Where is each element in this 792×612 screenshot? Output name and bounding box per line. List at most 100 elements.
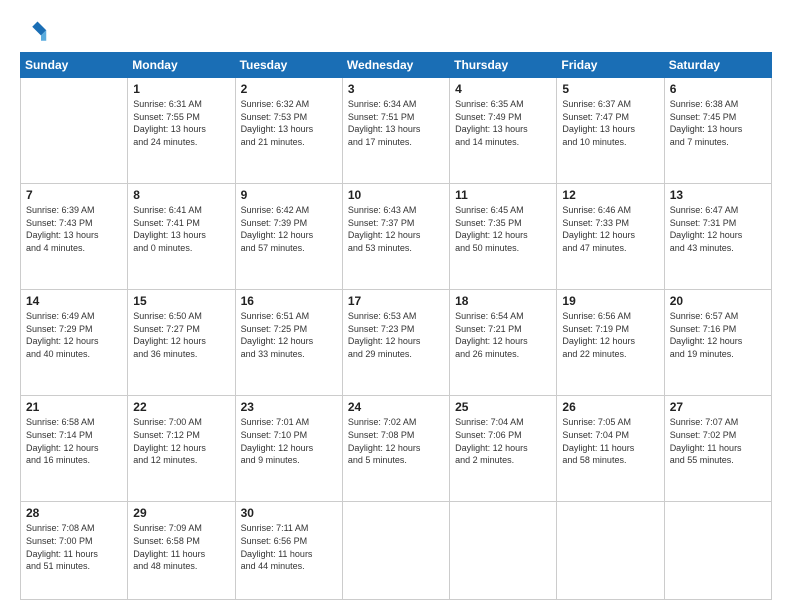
day-number: 27 xyxy=(670,400,766,414)
cell-line-2: Daylight: 12 hours xyxy=(455,442,551,455)
day-number: 30 xyxy=(241,506,337,520)
day-number: 10 xyxy=(348,188,444,202)
cell-line-0: Sunrise: 7:00 AM xyxy=(133,416,229,429)
cell-line-1: Sunset: 7:14 PM xyxy=(26,429,122,442)
cell-line-3: and 51 minutes. xyxy=(26,560,122,573)
calendar-cell: 16 Sunrise: 6:51 AMSunset: 7:25 PMDayligh… xyxy=(235,290,342,396)
cell-line-0: Sunrise: 6:37 AM xyxy=(562,98,658,111)
cell-line-0: Sunrise: 6:35 AM xyxy=(455,98,551,111)
weekday-header-wednesday: Wednesday xyxy=(342,53,449,78)
logo xyxy=(20,18,52,46)
cell-line-0: Sunrise: 6:46 AM xyxy=(562,204,658,217)
cell-line-2: Daylight: 12 hours xyxy=(241,229,337,242)
cell-line-3: and 17 minutes. xyxy=(348,136,444,149)
cell-line-2: Daylight: 13 hours xyxy=(670,123,766,136)
day-number: 16 xyxy=(241,294,337,308)
day-number: 23 xyxy=(241,400,337,414)
cell-line-2: Daylight: 13 hours xyxy=(562,123,658,136)
cell-line-1: Sunset: 7:35 PM xyxy=(455,217,551,230)
calendar-cell xyxy=(342,502,449,600)
cell-line-2: Daylight: 12 hours xyxy=(348,442,444,455)
cell-line-0: Sunrise: 6:51 AM xyxy=(241,310,337,323)
day-number: 6 xyxy=(670,82,766,96)
cell-line-2: Daylight: 12 hours xyxy=(670,229,766,242)
cell-line-2: Daylight: 12 hours xyxy=(241,335,337,348)
calendar-cell xyxy=(557,502,664,600)
cell-line-0: Sunrise: 7:09 AM xyxy=(133,522,229,535)
cell-line-3: and 12 minutes. xyxy=(133,454,229,467)
cell-line-1: Sunset: 7:29 PM xyxy=(26,323,122,336)
weekday-header-row: SundayMondayTuesdayWednesdayThursdayFrid… xyxy=(21,53,772,78)
cell-line-2: Daylight: 13 hours xyxy=(241,123,337,136)
calendar-cell: 10Sunrise: 6:43 AMSunset: 7:37 PMDayligh… xyxy=(342,184,449,290)
cell-line-1: Sunset: 7:53 PM xyxy=(241,111,337,124)
cell-line-2: Daylight: 11 hours xyxy=(133,548,229,561)
week-row-5: 28 Sunrise: 7:08 AMSunset: 7:00 PM Dayligh… xyxy=(21,502,772,600)
cell-line-2: Daylight: 12 hours xyxy=(670,335,766,348)
day-number: 24 xyxy=(348,400,444,414)
week-row-3: 14Sunrise: 6:49 AMSunset: 7:29 PMDayligh… xyxy=(21,290,772,396)
cell-line-1: Sunset: 6:56 PM xyxy=(241,535,337,548)
calendar-cell: 29Sunrise: 7:09 AMSunset: 6:58 PMDayligh… xyxy=(128,502,235,600)
cell-line-2: Daylight: 12 hours xyxy=(26,335,122,348)
calendar-cell: 26Sunrise: 7:05 AMSunset: 7:04 PMDayligh… xyxy=(557,396,664,502)
cell-line-2: Daylight: 12 hours xyxy=(562,335,658,348)
cell-line-3: and 5 minutes. xyxy=(348,454,444,467)
day-number: 15 xyxy=(133,294,229,308)
day-number: 19 xyxy=(562,294,658,308)
cell-line-0: Sunrise: 7:11 AM xyxy=(241,522,337,535)
day-number: 28 xyxy=(26,506,122,520)
weekday-header-sunday: Sunday xyxy=(21,53,128,78)
cell-line-3: and 44 minutes. xyxy=(241,560,337,573)
calendar-cell: 24Sunrise: 7:02 AMSunset: 7:08 PMDayligh… xyxy=(342,396,449,502)
day-number: 26 xyxy=(562,400,658,414)
calendar-cell: 21Sunrise: 6:58 AMSunset: 7:14 PMDayligh… xyxy=(21,396,128,502)
cell-line-1: Sunset: 7:49 PM xyxy=(455,111,551,124)
cell-line-1: Sunset: 7:12 PM xyxy=(133,429,229,442)
header xyxy=(20,18,772,46)
cell-line-2: Daylight: 12 hours xyxy=(455,335,551,348)
cell-line-2: Daylight: 13 hours xyxy=(26,229,122,242)
cell-line-3: and 2 minutes. xyxy=(455,454,551,467)
cell-line-1: Sunset: 7:27 PM xyxy=(133,323,229,336)
day-number: 9 xyxy=(241,188,337,202)
cell-line-1: Sunset: 7:19 PM xyxy=(562,323,658,336)
cell-line-1: Sunset: 7:25 PM xyxy=(241,323,337,336)
cell-line-2: Daylight: 12 hours xyxy=(26,442,122,455)
cell-line-3: and 43 minutes. xyxy=(670,242,766,255)
week-row-1: 1Sunrise: 6:31 AMSunset: 7:55 PMDaylight… xyxy=(21,78,772,184)
cell-line-3: and 58 minutes. xyxy=(562,454,658,467)
cell-line-3: and 19 minutes. xyxy=(670,348,766,361)
cell-line-2: Daylight: 12 hours xyxy=(133,335,229,348)
calendar-cell: 13Sunrise: 6:47 AMSunset: 7:31 PMDayligh… xyxy=(664,184,771,290)
cell-line-0: Sunrise: 6:47 AM xyxy=(670,204,766,217)
week-row-2: 7Sunrise: 6:39 AMSunset: 7:43 PMDaylight… xyxy=(21,184,772,290)
calendar-cell: 15Sunrise: 6:50 AMSunset: 7:27 PMDayligh… xyxy=(128,290,235,396)
cell-line-1: Sunset: 7:06 PM xyxy=(455,429,551,442)
cell-line-1: Sunset: 7:21 PM xyxy=(455,323,551,336)
calendar-cell: 2Sunrise: 6:32 AMSunset: 7:53 PMDaylight… xyxy=(235,78,342,184)
cell-line-0: Sunrise: 6:49 AM xyxy=(26,310,122,323)
cell-line-3: and 40 minutes. xyxy=(26,348,122,361)
cell-line-1: Sunset: 7:31 PM xyxy=(670,217,766,230)
day-number: 7 xyxy=(26,188,122,202)
cell-line-1: Sunset: 7:00 PM xyxy=(26,535,122,548)
cell-line-1: Sunset: 7:04 PM xyxy=(562,429,658,442)
day-number: 5 xyxy=(562,82,658,96)
day-number: 3 xyxy=(348,82,444,96)
cell-line-3: and 55 minutes. xyxy=(670,454,766,467)
cell-line-3: and 33 minutes. xyxy=(241,348,337,361)
cell-line-3: and 9 minutes. xyxy=(241,454,337,467)
cell-line-3: and 0 minutes. xyxy=(133,242,229,255)
calendar-cell: 3Sunrise: 6:34 AMSunset: 7:51 PMDaylight… xyxy=(342,78,449,184)
cell-line-0: Sunrise: 7:08 AM xyxy=(26,522,122,535)
day-number: 22 xyxy=(133,400,229,414)
cell-line-3: and 7 minutes. xyxy=(670,136,766,149)
calendar-cell: 6Sunrise: 6:38 AMSunset: 7:45 PMDaylight… xyxy=(664,78,771,184)
calendar-cell: 9Sunrise: 6:42 AMSunset: 7:39 PMDaylight… xyxy=(235,184,342,290)
calendar-cell: 30Sunrise: 7:11 AMSunset: 6:56 PMDayligh… xyxy=(235,502,342,600)
cell-line-0: Sunrise: 6:41 AM xyxy=(133,204,229,217)
cell-line-3: and 10 minutes. xyxy=(562,136,658,149)
calendar-cell: 27Sunrise: 7:07 AMSunset: 7:02 PMDayligh… xyxy=(664,396,771,502)
calendar-cell: 23Sunrise: 7:01 AMSunset: 7:10 PMDayligh… xyxy=(235,396,342,502)
